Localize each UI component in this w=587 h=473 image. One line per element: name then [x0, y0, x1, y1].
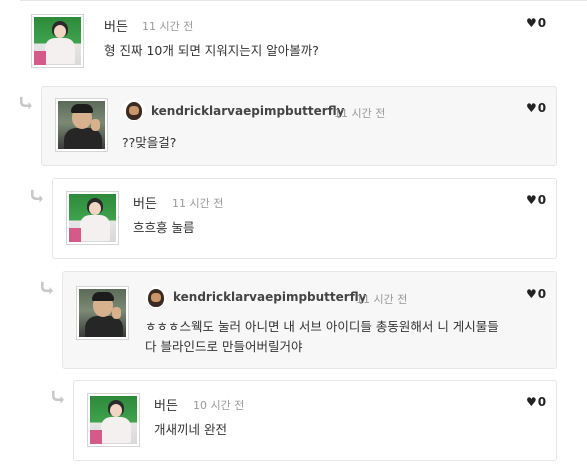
comment-text: 흐흐흥 눌름	[133, 220, 195, 235]
comment-author[interactable]: kendricklarvaepimpbutterfly	[151, 104, 344, 118]
like-button[interactable]: ♥0	[526, 16, 546, 30]
like-count: 0	[537, 101, 547, 115]
comment-text-line-1: ㅎㅎㅎ스웩도 눌러 아니면 내 서브 아이디들 총동원해서 니 게시물들	[145, 319, 499, 334]
reply-arrow-icon	[52, 390, 64, 404]
comment-timestamp: 11 시간 전	[356, 293, 408, 306]
like-button[interactable]: ♥0	[526, 101, 546, 115]
like-count: 0	[537, 287, 547, 301]
comment-item: 버든 11 시간 전 ♥0 흐흐흥 눌름	[52, 178, 557, 259]
like-button[interactable]: ♥0	[526, 395, 546, 409]
reply-arrow-icon	[31, 189, 43, 203]
man-avatar-image	[79, 289, 126, 337]
comment-author[interactable]: 버든	[104, 16, 128, 35]
user-avatar[interactable]	[31, 14, 84, 68]
comment-timestamp: 10 시간 전	[193, 399, 245, 412]
comment-item: 버든 11 시간 전 ♥0 형 진짜 10개 되면 지워지는지 알아볼까?	[20, 1, 587, 79]
like-button[interactable]: ♥0	[526, 193, 546, 207]
user-avatar[interactable]	[55, 98, 108, 152]
like-count: 0	[537, 16, 547, 30]
like-button[interactable]: ♥0	[526, 287, 546, 301]
comment-timestamp: 11 시간 전	[334, 107, 386, 120]
comment-author[interactable]: 버든	[133, 193, 157, 212]
comment-item: kendricklarvaepimpbutterfly 11 시간 전 ♥0 ?…	[41, 86, 557, 166]
comment-author[interactable]: 버든	[154, 395, 178, 414]
comment-timestamp: 11 시간 전	[172, 197, 224, 210]
like-count: 0	[537, 193, 547, 207]
comment-item: kendricklarvaepimpbutterfly 11 시간 전 ♥0 ㅎ…	[62, 271, 557, 369]
man-avatar-image	[58, 101, 105, 149]
bearded-face-icon	[123, 99, 145, 121]
comment-timestamp: 11 시간 전	[142, 20, 194, 33]
like-count: 0	[537, 395, 547, 409]
comment-text: ??맞을걸?	[122, 135, 177, 150]
reply-arrow-icon	[20, 96, 32, 110]
comment-item: 버든 10 시간 전 ♥0 개새끼네 완전	[73, 380, 557, 461]
comment-text-line-2: 다 블라인드로 만들어버릴거야	[145, 339, 303, 354]
comment-thread: 버든 11 시간 전 ♥0 형 진짜 10개 되면 지워지는지 알아볼까? ke…	[0, 0, 587, 473]
bearded-face-icon	[145, 286, 167, 308]
woman-avatar-image	[69, 194, 116, 242]
reply-arrow-icon	[41, 281, 53, 295]
user-avatar[interactable]	[87, 393, 140, 447]
user-avatar[interactable]	[66, 191, 119, 245]
user-avatar[interactable]	[76, 286, 129, 340]
heart-icon: ♥	[526, 395, 537, 409]
heart-icon: ♥	[526, 193, 537, 207]
heart-icon: ♥	[526, 287, 537, 301]
woman-avatar-image	[90, 396, 137, 444]
heart-icon: ♥	[526, 16, 537, 30]
heart-icon: ♥	[526, 101, 537, 115]
comment-author[interactable]: kendricklarvaepimpbutterfly	[173, 290, 366, 304]
comment-text: 형 진짜 10개 되면 지워지는지 알아볼까?	[104, 43, 319, 58]
woman-avatar-image	[34, 17, 81, 65]
comment-text: 개새끼네 완전	[154, 422, 227, 437]
